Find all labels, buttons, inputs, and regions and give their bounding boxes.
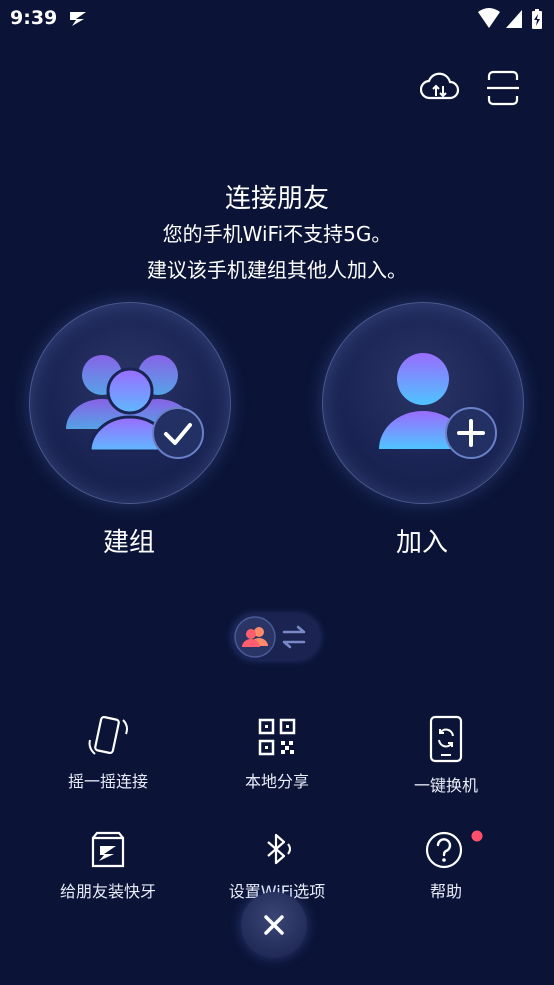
notification-badge — [471, 830, 483, 842]
close-icon — [264, 915, 284, 935]
join-group-label: 加入 — [395, 528, 448, 558]
info-line-2: 建议该手机建组其他人加入。 — [147, 258, 407, 282]
grid-label: 给朋友装快牙 — [59, 882, 156, 901]
grid-label: 摇一摇连接 — [67, 772, 148, 791]
grid-label: 帮助 — [429, 882, 462, 901]
help-button[interactable]: 帮助 — [366, 830, 526, 902]
bluetooth-icon — [267, 833, 291, 865]
phone-switch-icon — [429, 715, 463, 763]
zapya-box-icon — [91, 831, 125, 868]
wifi-icon — [478, 8, 500, 28]
local-share-button[interactable]: 本地分享 — [197, 714, 357, 792]
help-icon — [425, 831, 463, 869]
shake-connect-button[interactable]: 摇一摇连接 — [28, 714, 188, 792]
swap-arrows-icon — [282, 625, 306, 649]
people-icon — [234, 616, 276, 658]
shake-phone-icon — [88, 715, 128, 755]
phone-switch-button[interactable]: 一键换机 — [366, 714, 526, 796]
plus-badge-icon — [445, 407, 497, 459]
cloud-transfer-icon[interactable] — [419, 70, 460, 110]
scan-icon[interactable] — [486, 70, 520, 110]
battery-charging-icon — [532, 9, 542, 29]
create-group-button[interactable] — [29, 302, 231, 504]
person-add-icon — [379, 353, 497, 459]
grid-label: 一键换机 — [413, 776, 478, 795]
status-bar: 9:39 — [0, 0, 554, 38]
group-icon — [66, 355, 204, 459]
status-time: 9:39 — [10, 7, 58, 29]
qr-code-icon — [258, 718, 296, 756]
cellular-signal-icon — [506, 10, 522, 28]
install-zapya-button[interactable]: 给朋友装快牙 — [28, 830, 188, 902]
page-title: 连接朋友 — [224, 184, 329, 214]
close-button[interactable] — [241, 892, 307, 958]
check-badge-icon — [152, 407, 204, 459]
info-line-1: 您的手机WiFi不支持5G。 — [162, 222, 392, 246]
create-group-label: 建组 — [102, 528, 155, 558]
status-icons — [476, 6, 546, 36]
join-group-button[interactable] — [322, 302, 524, 504]
zapya-logo-icon — [68, 10, 90, 32]
grid-label: 本地分享 — [244, 772, 309, 791]
mode-toggle[interactable] — [232, 614, 320, 660]
